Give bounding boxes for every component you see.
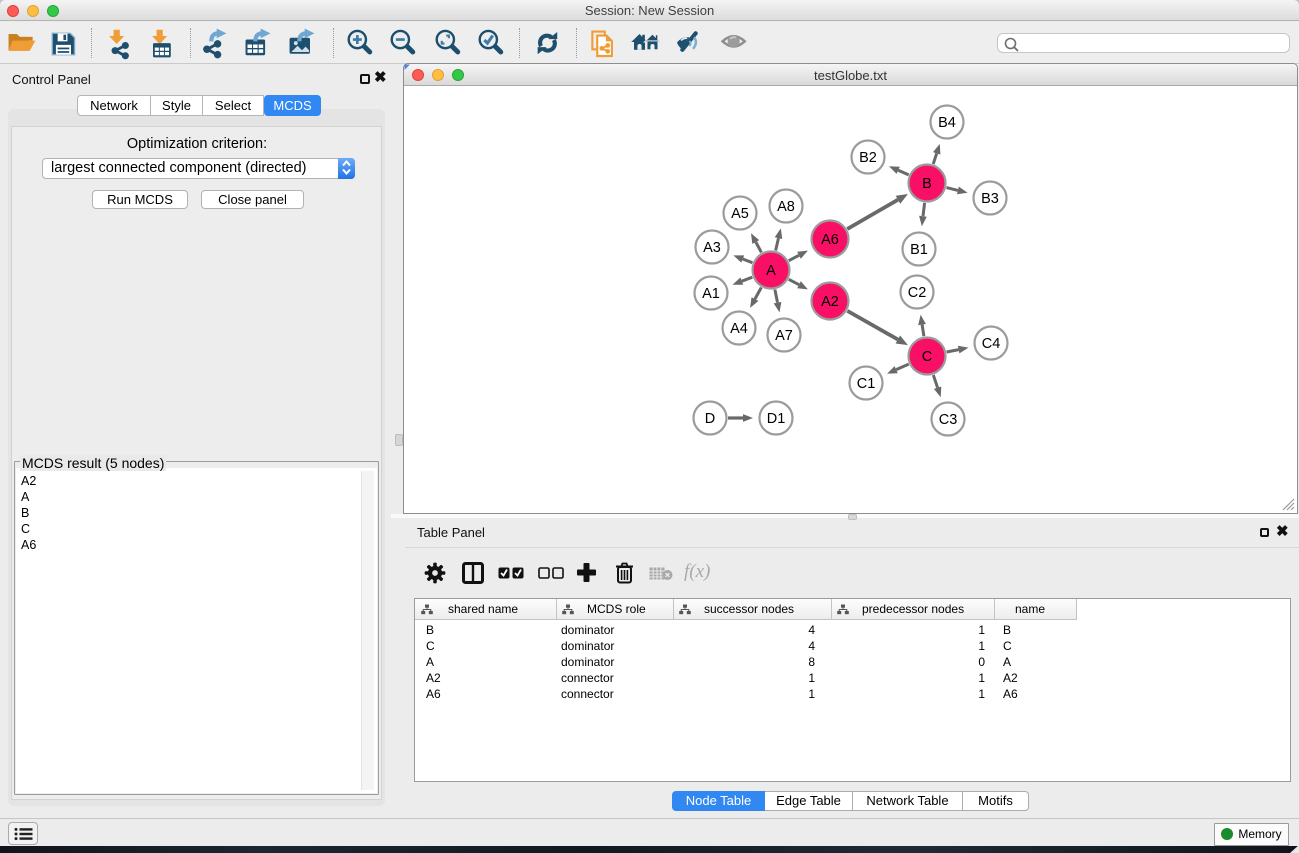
svg-text:A5: A5	[731, 206, 749, 222]
svg-text:A8: A8	[777, 199, 795, 215]
svg-text:C1: C1	[857, 376, 876, 392]
svg-text:A6: A6	[821, 232, 839, 248]
svg-text:A1: A1	[702, 286, 720, 302]
svg-text:C3: C3	[939, 412, 958, 428]
svg-text:C: C	[922, 349, 932, 365]
svg-text:B: B	[922, 176, 932, 192]
svg-text:C4: C4	[982, 336, 1001, 352]
svg-text:C2: C2	[908, 285, 927, 301]
svg-text:D1: D1	[767, 411, 786, 427]
svg-text:B4: B4	[938, 115, 956, 131]
svg-text:A2: A2	[821, 294, 839, 310]
svg-text:A4: A4	[730, 321, 748, 337]
svg-text:B1: B1	[910, 242, 928, 258]
svg-text:A3: A3	[703, 240, 721, 256]
svg-text:B3: B3	[981, 191, 999, 207]
svg-text:B2: B2	[859, 150, 877, 166]
svg-text:D: D	[705, 411, 715, 427]
svg-text:A7: A7	[775, 328, 793, 344]
svg-text:A: A	[766, 263, 776, 279]
